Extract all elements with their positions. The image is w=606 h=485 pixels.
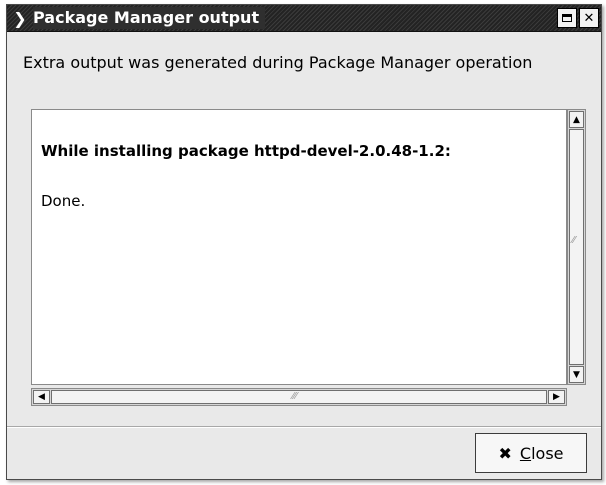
close-mnemonic: C [519,443,532,463]
arrow-right-icon: ▶ [553,392,560,402]
maximize-icon [562,14,572,22]
close-button[interactable]: ✖ Close [475,433,587,473]
vertical-scrollbar[interactable]: ▲ ⁄⁄ ▼ [567,109,586,385]
vertical-scroll-thumb[interactable]: ⁄⁄ [569,129,584,365]
grip-icon: ⁄⁄⁄ [292,391,298,402]
close-label-rest: lose [531,443,564,463]
scroll-down-button[interactable]: ▼ [569,366,584,383]
arrow-up-icon: ▲ [573,114,580,125]
button-separator [7,426,601,428]
scroll-right-button[interactable]: ▶ [548,390,565,404]
arrow-left-icon: ◀ [38,392,45,402]
package-manager-dialog: ❯ Package Manager output ✕ Extra output … [6,4,602,480]
output-line-installing: While installing package httpd-devel-2.0… [41,142,451,160]
scroll-up-button[interactable]: ▲ [569,111,584,128]
grip-icon: ⁄⁄ [572,235,576,246]
close-button-label: Close [520,444,564,463]
window-close-button[interactable]: ✕ [579,8,599,28]
output-line-done: Done. [41,192,86,210]
chevron-down-icon[interactable]: ❯ [9,8,31,28]
close-icon: ✕ [583,10,595,26]
dialog-message: Extra output was generated during Packag… [23,53,533,72]
arrow-down-icon: ▼ [573,369,580,380]
close-x-icon: ✖ [498,443,512,463]
horizontal-scroll-thumb[interactable]: ⁄⁄⁄ [51,390,547,404]
output-text-view[interactable]: While installing package httpd-devel-2.0… [31,109,567,385]
title-bar[interactable]: ❯ Package Manager output ✕ [7,5,601,32]
scroll-left-button[interactable]: ◀ [33,390,50,404]
horizontal-scrollbar[interactable]: ◀ ⁄⁄⁄ ▶ [31,388,567,406]
maximize-button[interactable] [557,8,577,28]
window-title: Package Manager output [33,7,266,29]
